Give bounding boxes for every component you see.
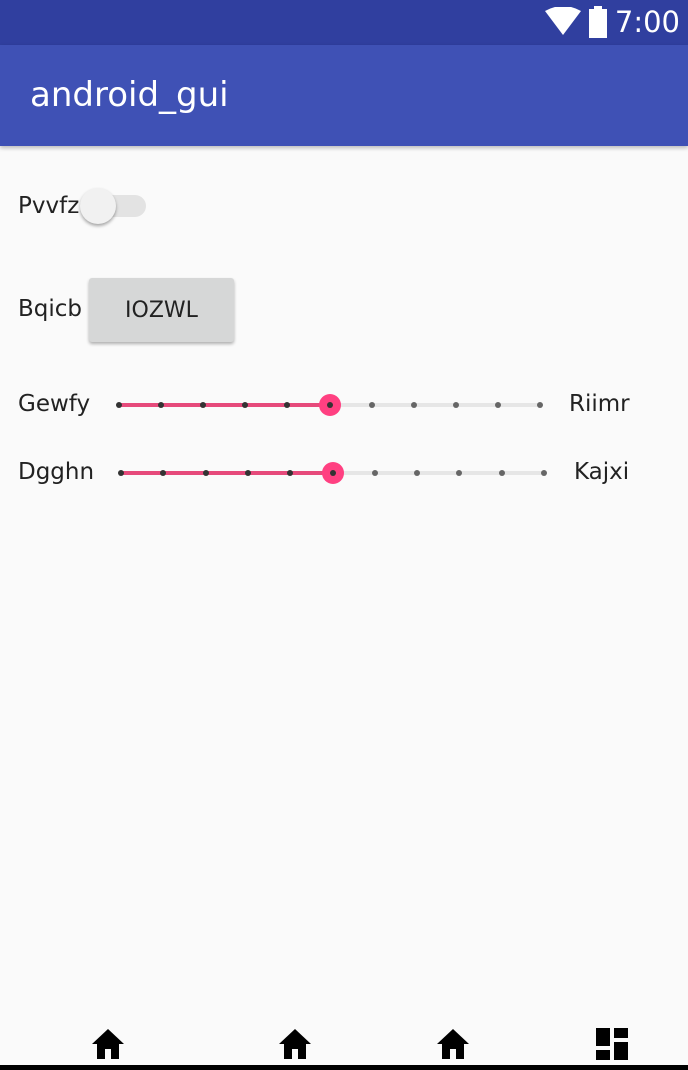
slider-1-left-label: Gewfy — [18, 391, 91, 417]
slider-tick — [371, 470, 378, 476]
slider-tick — [368, 402, 375, 408]
wifi-icon — [544, 7, 581, 35]
slider-tick — [200, 402, 207, 408]
button-row-label: Bqicb — [18, 296, 83, 322]
slider-tick — [537, 402, 543, 408]
status-bar: 7:00 — [0, 0, 688, 45]
slider-thumb[interactable] — [321, 462, 344, 484]
slider-tick — [414, 470, 421, 476]
slider-1-right-label: Riimr — [569, 391, 630, 417]
home-icon[interactable] — [435, 1026, 471, 1062]
slider-tick — [160, 470, 167, 476]
iozwl-button[interactable]: IOZWL — [89, 278, 234, 342]
home-icon[interactable] — [277, 1026, 313, 1062]
app-bar: android_gui — [0, 45, 688, 146]
status-time: 7:00 — [614, 5, 680, 39]
slider-2[interactable] — [118, 458, 547, 488]
app-title: android_gui — [30, 75, 229, 115]
slider-1[interactable] — [116, 390, 543, 420]
slider-tick — [494, 402, 501, 408]
slider-thumb-dot — [326, 402, 333, 408]
slider-tick — [118, 470, 124, 476]
slider-tick — [287, 470, 294, 476]
slider-tick — [202, 470, 209, 476]
nav-divider — [0, 1065, 688, 1070]
slider-tick — [452, 402, 459, 408]
slider-tick — [158, 402, 165, 408]
status-icons: 7:00 — [544, 5, 680, 39]
slider-tick — [244, 470, 251, 476]
slider-fill — [121, 471, 333, 475]
slider-tick — [456, 470, 463, 476]
slider-tick — [410, 402, 417, 408]
slider-tick — [498, 470, 505, 476]
slider-thumb-dot — [329, 470, 336, 476]
battery-icon — [588, 6, 607, 38]
slider-fill — [119, 403, 330, 407]
slider-2-right-label: Kajxi — [574, 459, 630, 485]
slider-tick — [242, 402, 249, 408]
switch-label: Pvvfz — [18, 193, 80, 219]
switch-thumb[interactable] — [80, 188, 116, 224]
dashboard-icon[interactable] — [594, 1026, 630, 1062]
slider-tick — [284, 402, 291, 408]
slider-tick — [541, 470, 547, 476]
home-icon[interactable] — [90, 1026, 126, 1062]
slider-2-left-label: Dgghn — [18, 459, 95, 485]
bottom-nav — [0, 1018, 688, 1070]
slider-tick — [116, 402, 122, 408]
slider-thumb[interactable] — [318, 394, 341, 416]
